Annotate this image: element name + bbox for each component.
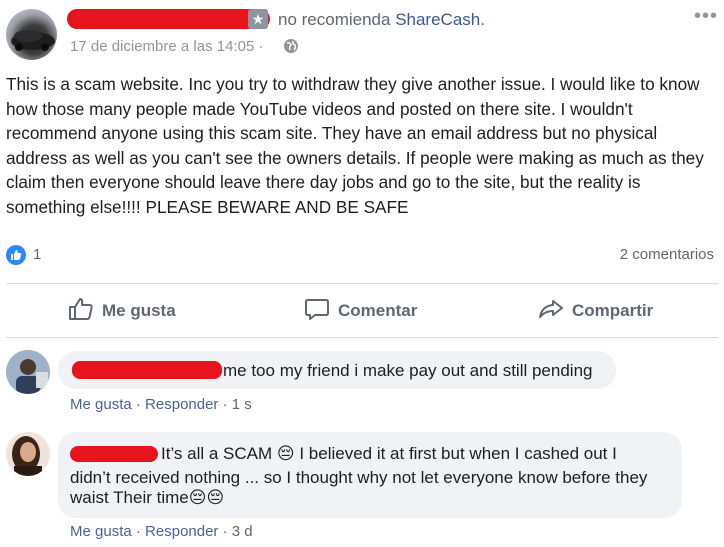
comment-like-link[interactable]: Me gusta (70, 396, 132, 413)
comment-like-link[interactable]: Me gusta (70, 523, 132, 540)
recommendation-suffix: . (480, 10, 485, 29)
comment-text-line: waist Their time😔😔 (70, 488, 225, 507)
meta-separator: · (218, 396, 232, 413)
time-separator: · (254, 38, 264, 55)
author-name-redacted (67, 9, 270, 29)
like-reaction-icon[interactable] (6, 245, 26, 265)
share-label: Compartir (572, 301, 654, 320)
post-time-text: 17 de diciembre a las 14:05 (70, 38, 255, 55)
comment-meta: Me gusta · Responder · 1 s (70, 396, 252, 413)
comment-reply-link[interactable]: Responder (145, 396, 218, 413)
page-link[interactable]: ShareCash (395, 10, 480, 29)
comment-text: me too my friend i make pay out and stil… (223, 361, 593, 380)
post-body: This is a scam website. Inc you try to w… (6, 74, 704, 217)
comment-reply-link[interactable]: Responder (145, 523, 218, 540)
thumbs-up-icon (68, 297, 94, 326)
divider (6, 337, 718, 338)
author-avatar[interactable] (6, 9, 57, 60)
comment-count-link[interactable]: 2 comentarios (620, 246, 714, 263)
star-badge-icon: ★ (248, 9, 268, 29)
share-icon (538, 297, 564, 326)
comment-label: Comentar (338, 301, 418, 320)
commenter-avatar[interactable] (6, 432, 50, 476)
share-button[interactable]: Compartir (538, 296, 653, 326)
post-timestamp[interactable]: 17 de diciembre a las 14:05 · (70, 38, 263, 55)
comment-meta: Me gusta · Responder · 3 d (70, 523, 253, 540)
divider (6, 283, 718, 284)
comment-bubble: It’s all a SCAM 😔 I believed it at first… (58, 432, 682, 518)
comment-time[interactable]: 3 d (232, 523, 253, 540)
like-button[interactable]: Me gusta (68, 296, 176, 326)
commenter-name-redacted (70, 446, 158, 462)
more-options-icon[interactable]: ••• (694, 5, 718, 28)
globe-icon (284, 39, 298, 53)
meta-separator: · (131, 523, 146, 540)
commenter-avatar[interactable] (6, 350, 50, 394)
meta-separator: · (218, 523, 232, 540)
like-label: Me gusta (102, 301, 176, 320)
commenter-name-redacted (72, 361, 222, 379)
comment-button[interactable]: Comentar (304, 296, 417, 326)
comment-icon (304, 297, 330, 326)
recommendation-line: no recomienda ShareCash. (278, 10, 485, 30)
reaction-count[interactable]: 1 (33, 246, 41, 263)
comment-time[interactable]: 1 s (232, 396, 252, 413)
comment-text-line: It’s all a SCAM 😔 I believed it at first… (161, 444, 617, 463)
recommendation-text: no recomienda (278, 10, 396, 29)
meta-separator: · (131, 396, 146, 413)
comment-bubble: me too my friend i make pay out and stil… (58, 351, 616, 389)
